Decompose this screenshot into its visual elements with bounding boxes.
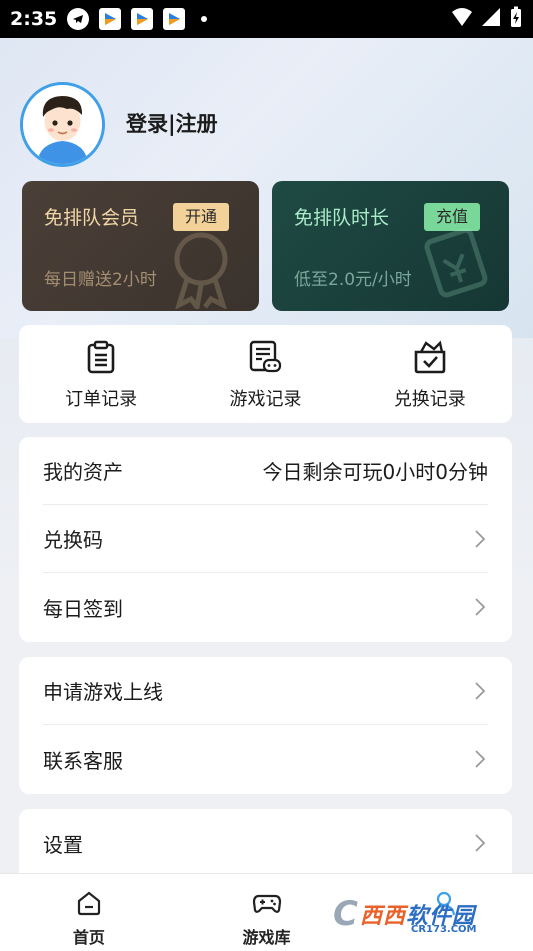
vip-ribbon-icon [165, 229, 245, 311]
chevron-right-icon [474, 596, 488, 618]
telegram-icon [67, 8, 90, 30]
vip-membership-card[interactable]: 免排队会员 开通 每日赠送2小时 [22, 181, 259, 311]
vip-card-title: 免排队会员 [44, 207, 140, 229]
chevron-right-icon [474, 680, 488, 702]
vip-card-subtitle: 每日赠送2小时 [44, 270, 157, 290]
queue-time-card-subtitle: 低至2.0元/小时 [294, 270, 412, 290]
app-notification-icon [163, 8, 186, 30]
game-records-button[interactable]: 游戏记录 [183, 325, 347, 423]
game-record-icon [247, 339, 283, 375]
chevron-right-icon [474, 748, 488, 770]
daily-checkin-label: 每日签到 [43, 596, 123, 621]
more-notifications-dot [201, 16, 208, 22]
nav-game-library[interactable]: 游戏库 [178, 874, 356, 951]
gift-box-icon [412, 339, 448, 375]
quick-actions-card: 订单记录 游戏记录 兑换记录 [19, 325, 512, 423]
status-time: 2:35 [10, 8, 58, 30]
home-icon [76, 890, 102, 920]
watermark-c-logo: C [333, 894, 358, 934]
ticket-icon [415, 228, 495, 311]
site-watermark-logo: C 西西软件园 CR173.COM [333, 888, 513, 940]
wifi-icon [451, 7, 473, 32]
nav-game-library-label: 游戏库 [242, 928, 291, 947]
remaining-playtime-value: 今日剩余可玩0小时0分钟 [262, 460, 488, 484]
assets-card: 我的资产 今日剩余可玩0小时0分钟 兑换码 每日签到 [19, 437, 512, 642]
contact-support-label: 联系客服 [43, 748, 123, 773]
signal-icon [481, 7, 501, 32]
recharge-button[interactable]: 充值 [424, 203, 481, 231]
order-records-label: 订单记录 [65, 389, 138, 410]
watermark-url: CR173.COM [411, 924, 477, 935]
redeem-records-label: 兑换记录 [393, 389, 466, 410]
my-assets-label: 我的资产 [43, 460, 123, 484]
nav-home-label: 首页 [72, 928, 105, 947]
daily-checkin-row[interactable]: 每日签到 [43, 573, 488, 641]
order-records-button[interactable]: 订单记录 [19, 325, 183, 423]
redeem-records-button[interactable]: 兑换记录 [348, 325, 512, 423]
game-records-label: 游戏记录 [229, 389, 302, 410]
settings-label: 设置 [43, 832, 83, 857]
gamepad-icon [252, 890, 282, 920]
queue-time-card-title: 免排队时长 [294, 207, 390, 229]
chevron-right-icon [474, 528, 488, 550]
battery-icon [509, 6, 523, 33]
settings-card: 设置 [19, 809, 512, 877]
redeem-code-label: 兑换码 [43, 528, 103, 552]
support-card: 申请游戏上线 联系客服 [19, 657, 512, 794]
chevron-right-icon [474, 832, 488, 854]
app-notification-icon [99, 8, 122, 30]
nav-home[interactable]: 首页 [0, 874, 178, 951]
redeem-code-row[interactable]: 兑换码 [43, 505, 488, 573]
settings-row[interactable]: 设置 [43, 809, 488, 877]
app-notification-icon [131, 8, 154, 30]
login-register-link[interactable]: 登录|注册 [126, 108, 218, 138]
vip-open-button[interactable]: 开通 [173, 203, 230, 231]
queue-time-card[interactable]: 免排队时长 充值 低至2.0元/小时 [272, 181, 509, 311]
clipboard-icon [83, 339, 119, 375]
avatar[interactable] [20, 82, 105, 167]
my-assets-row[interactable]: 我的资产 今日剩余可玩0小时0分钟 [43, 437, 488, 505]
status-bar: 2:35 [0, 0, 533, 38]
apply-game-row[interactable]: 申请游戏上线 [43, 657, 488, 725]
contact-support-row[interactable]: 联系客服 [43, 725, 488, 793]
apply-game-label: 申请游戏上线 [43, 680, 163, 704]
